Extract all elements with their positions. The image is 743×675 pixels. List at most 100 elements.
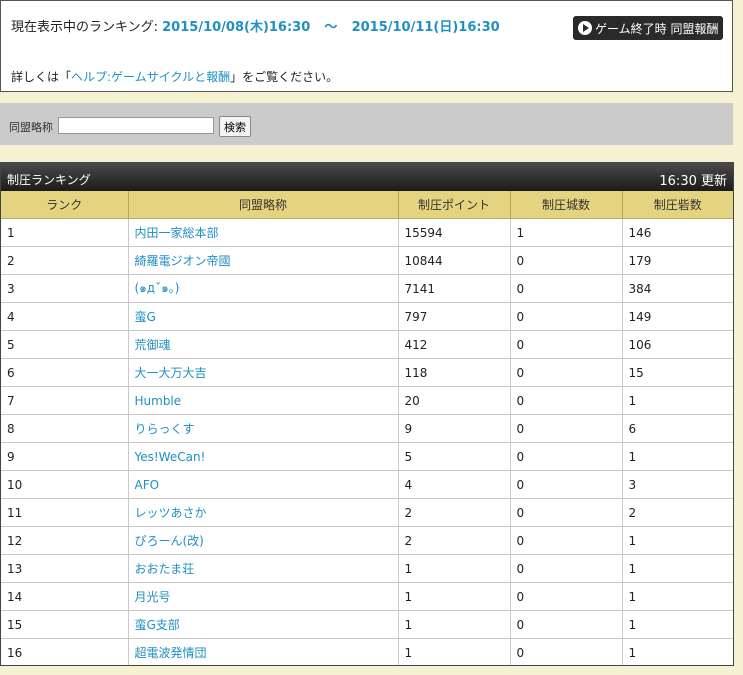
rank-cell: 5 — [1, 330, 129, 359]
points-cell: 7141 — [398, 274, 511, 303]
column-rank: ランク — [1, 191, 129, 219]
alliance-link[interactable]: ぴろーん(改) — [128, 526, 399, 555]
table-row: 13 おおたま荘 1 0 1 — [1, 554, 733, 583]
forts-cell: 106 — [622, 330, 733, 359]
rank-cell: 4 — [1, 302, 129, 331]
ranking-updated-time: 16:30 更新 — [659, 174, 727, 189]
table-row: 1 内田一家総本部 15594 1 146 — [1, 218, 733, 247]
forts-cell: 384 — [622, 274, 733, 303]
alliance-link[interactable]: 大一大万大吉 — [128, 358, 399, 387]
alliance-link[interactable]: 綺羅電ジオン帝國 — [128, 246, 399, 275]
ranking-period: 現在表示中のランキング: 2015/10/08(木)16:30 ～ 2015/1… — [11, 16, 500, 35]
alliance-link[interactable]: AFO — [128, 470, 399, 499]
table-row: 15 蛮G支部 1 0 1 — [1, 610, 733, 639]
play-circle-icon — [578, 21, 592, 35]
help-text: 詳しくは「ヘルプ:ゲームサイクルと報酬」をご覧ください。 — [11, 68, 338, 85]
forts-cell: 1 — [622, 554, 733, 583]
help-link[interactable]: ヘルプ:ゲームサイクルと報酬 — [71, 70, 230, 84]
castles-cell: 0 — [510, 526, 623, 555]
table-row: 7 Humble 20 0 1 — [1, 386, 733, 415]
alliance-search-bar: 同盟略称 検索 — [0, 103, 733, 145]
ranking-table-body: 1 内田一家総本部 15594 1 146 2 綺羅電ジオン帝國 10844 0 179 3 (๑дˇ… — [1, 218, 733, 665]
points-cell: 1 — [398, 610, 511, 639]
alliance-search-input[interactable] — [58, 117, 214, 134]
castles-cell: 0 — [510, 442, 623, 471]
rank-cell: 9 — [1, 442, 129, 471]
points-cell: 412 — [398, 330, 511, 359]
forts-cell: 1 — [622, 582, 733, 611]
forts-cell: 1 — [622, 386, 733, 415]
forts-cell: 3 — [622, 470, 733, 499]
castles-cell: 0 — [510, 610, 623, 639]
table-row: 2 綺羅電ジオン帝國 10844 0 179 — [1, 246, 733, 275]
alliance-link[interactable]: 超電波発情団 — [128, 638, 399, 665]
period-label: 現在表示中のランキング: — [11, 20, 158, 35]
rank-cell: 15 — [1, 610, 129, 639]
points-cell: 2 — [398, 498, 511, 527]
alliance-link[interactable]: 月光号 — [128, 582, 399, 611]
alliance-link[interactable]: (๑дˇ๑。) — [128, 274, 399, 303]
help-prefix: 詳しくは「 — [11, 70, 72, 84]
column-points: 制圧ポイント — [398, 191, 511, 219]
table-row: 9 Yes!WeCan! 5 0 1 — [1, 442, 733, 471]
table-row: 10 AFO 4 0 3 — [1, 470, 733, 499]
castles-cell: 0 — [510, 386, 623, 415]
castles-cell: 0 — [510, 582, 623, 611]
column-castles: 制圧城数 — [510, 191, 623, 219]
table-row: 6 大一大万大吉 118 0 15 — [1, 358, 733, 387]
forts-cell: 1 — [622, 526, 733, 555]
forts-cell: 1 — [622, 442, 733, 471]
period-separator: ～ — [324, 20, 338, 35]
table-row: 14 月光号 1 0 1 — [1, 582, 733, 611]
rank-cell: 16 — [1, 638, 129, 665]
table-row: 4 蛮G 797 0 149 — [1, 302, 733, 331]
forts-cell: 15 — [622, 358, 733, 387]
castles-cell: 0 — [510, 358, 623, 387]
points-cell: 1 — [398, 582, 511, 611]
points-cell: 20 — [398, 386, 511, 415]
forts-cell: 179 — [622, 246, 733, 275]
alliance-link[interactable]: おおたま荘 — [128, 554, 399, 583]
game-end-reward-label: ゲーム終了時 同盟報酬 — [595, 21, 719, 36]
help-suffix: 」をご覧ください。 — [230, 70, 339, 84]
rank-cell: 11 — [1, 498, 129, 527]
alliance-link[interactable]: りらっくす — [128, 414, 399, 443]
alliance-link[interactable]: 内田一家総本部 — [128, 218, 399, 247]
alliance-link[interactable]: Yes!WeCan! — [128, 442, 399, 471]
ranking-table-header: ランク 同盟略称 制圧ポイント 制圧城数 制圧砦数 — [1, 191, 733, 219]
points-cell: 15594 — [398, 218, 511, 247]
ranking-period-box: 現在表示中のランキング: 2015/10/08(木)16:30 ～ 2015/1… — [0, 0, 733, 92]
rank-cell: 6 — [1, 358, 129, 387]
column-alliance: 同盟略称 — [128, 191, 399, 219]
column-forts: 制圧砦数 — [622, 191, 733, 219]
points-cell: 1 — [398, 638, 511, 665]
points-cell: 5 — [398, 442, 511, 471]
castles-cell: 0 — [510, 302, 623, 331]
points-cell: 4 — [398, 470, 511, 499]
table-row: 5 荒御魂 412 0 106 — [1, 330, 733, 359]
rank-cell: 1 — [1, 218, 129, 247]
ranking-title: 制圧ランキング — [7, 173, 91, 187]
table-row: 12 ぴろーん(改) 2 0 1 — [1, 526, 733, 555]
forts-cell: 146 — [622, 218, 733, 247]
castles-cell: 0 — [510, 330, 623, 359]
game-end-reward-button[interactable]: ゲーム終了時 同盟報酬 — [573, 16, 723, 40]
points-cell: 10844 — [398, 246, 511, 275]
alliance-link[interactable]: 荒御魂 — [128, 330, 399, 359]
alliance-link[interactable]: Humble — [128, 386, 399, 415]
ranking-panel-header: 制圧ランキング 16:30 更新 — [1, 163, 733, 191]
forts-cell: 1 — [622, 610, 733, 639]
rank-cell: 2 — [1, 246, 129, 275]
table-row: 16 超電波発情団 1 0 1 — [1, 638, 733, 665]
rank-cell: 7 — [1, 386, 129, 415]
search-button[interactable]: 検索 — [219, 116, 251, 137]
castles-cell: 0 — [510, 274, 623, 303]
alliance-link[interactable]: 蛮G支部 — [128, 610, 399, 639]
alliance-link[interactable]: レッツあさか — [128, 498, 399, 527]
points-cell: 1 — [398, 554, 511, 583]
period-start: 2015/10/08(木)16:30 — [162, 20, 311, 35]
castles-cell: 1 — [510, 218, 623, 247]
table-row: 3 (๑дˇ๑。) 7141 0 384 — [1, 274, 733, 303]
alliance-link[interactable]: 蛮G — [128, 302, 399, 331]
rank-cell: 8 — [1, 414, 129, 443]
